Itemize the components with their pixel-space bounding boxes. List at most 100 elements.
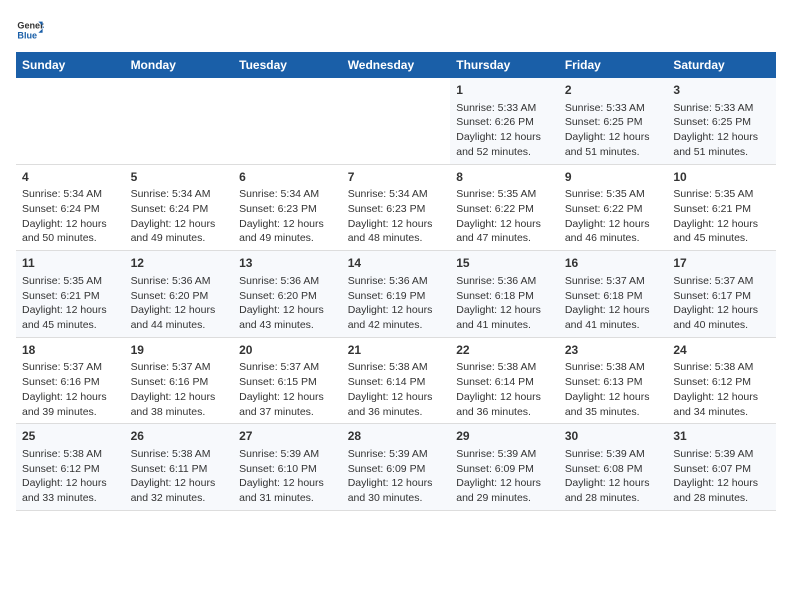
calendar-table: SundayMondayTuesdayWednesdayThursdayFrid… [16, 52, 776, 511]
sunset-text: Sunset: 6:09 PM [348, 462, 445, 477]
sunset-text: Sunset: 6:11 PM [131, 462, 228, 477]
day-number: 22 [456, 342, 553, 359]
sunset-text: Sunset: 6:21 PM [673, 202, 770, 217]
sunrise-text: Sunrise: 5:36 AM [348, 274, 445, 289]
sunset-text: Sunset: 6:22 PM [456, 202, 553, 217]
sunrise-text: Sunrise: 5:38 AM [131, 447, 228, 462]
calendar-cell: 1Sunrise: 5:33 AMSunset: 6:26 PMDaylight… [450, 78, 559, 164]
sunrise-text: Sunrise: 5:38 AM [22, 447, 119, 462]
day-number: 5 [131, 169, 228, 186]
calendar-cell: 8Sunrise: 5:35 AMSunset: 6:22 PMDaylight… [450, 164, 559, 251]
sunrise-text: Sunrise: 5:34 AM [131, 187, 228, 202]
day-number: 2 [565, 82, 662, 99]
sunrise-text: Sunrise: 5:35 AM [456, 187, 553, 202]
calendar-cell: 10Sunrise: 5:35 AMSunset: 6:21 PMDayligh… [667, 164, 776, 251]
day-number: 15 [456, 255, 553, 272]
daylight-text: Daylight: 12 hours and 39 minutes. [22, 390, 119, 419]
sunrise-text: Sunrise: 5:34 AM [22, 187, 119, 202]
calendar-cell: 27Sunrise: 5:39 AMSunset: 6:10 PMDayligh… [233, 424, 342, 511]
calendar-cell: 18Sunrise: 5:37 AMSunset: 6:16 PMDayligh… [16, 337, 125, 424]
calendar-cell: 30Sunrise: 5:39 AMSunset: 6:08 PMDayligh… [559, 424, 668, 511]
sunrise-text: Sunrise: 5:39 AM [565, 447, 662, 462]
sunset-text: Sunset: 6:17 PM [673, 289, 770, 304]
daylight-text: Daylight: 12 hours and 28 minutes. [673, 476, 770, 505]
calendar-cell: 26 Sunrise: 5:38 AMSunset: 6:11 PMDayligh… [125, 424, 234, 511]
sunset-text: Sunset: 6:16 PM [131, 375, 228, 390]
daylight-text: Daylight: 12 hours and 40 minutes. [673, 303, 770, 332]
calendar-cell: 23Sunrise: 5:38 AMSunset: 6:13 PMDayligh… [559, 337, 668, 424]
daylight-text: Daylight: 12 hours and 44 minutes. [131, 303, 228, 332]
day-number: 6 [239, 169, 336, 186]
day-number: 26 [131, 428, 228, 445]
calendar-cell: 3Sunrise: 5:33 AMSunset: 6:25 PMDaylight… [667, 78, 776, 164]
sunset-text: Sunset: 6:25 PM [673, 115, 770, 130]
sunset-text: Sunset: 6:08 PM [565, 462, 662, 477]
day-number: 11 [22, 255, 119, 272]
week-row-1: 1Sunrise: 5:33 AMSunset: 6:26 PMDaylight… [16, 78, 776, 164]
sunset-text: Sunset: 6:14 PM [348, 375, 445, 390]
daylight-text: Daylight: 12 hours and 48 minutes. [348, 217, 445, 246]
day-number: 23 [565, 342, 662, 359]
daylight-text: Daylight: 12 hours and 32 minutes. [131, 476, 228, 505]
daylight-text: Daylight: 12 hours and 45 minutes. [673, 217, 770, 246]
sunrise-text: Sunrise: 5:39 AM [673, 447, 770, 462]
sunrise-text: Sunrise: 5:37 AM [239, 360, 336, 375]
sunrise-text: Sunrise: 5:35 AM [565, 187, 662, 202]
day-number: 3 [673, 82, 770, 99]
day-number: 8 [456, 169, 553, 186]
calendar-cell: 9Sunrise: 5:35 AMSunset: 6:22 PMDaylight… [559, 164, 668, 251]
header-saturday: Saturday [667, 52, 776, 78]
calendar-cell: 17Sunrise: 5:37 AMSunset: 6:17 PMDayligh… [667, 251, 776, 338]
sunset-text: Sunset: 6:18 PM [456, 289, 553, 304]
daylight-text: Daylight: 12 hours and 41 minutes. [456, 303, 553, 332]
daylight-text: Daylight: 12 hours and 36 minutes. [456, 390, 553, 419]
day-number: 24 [673, 342, 770, 359]
calendar-cell: 2 Sunrise: 5:33 AMSunset: 6:25 PMDaylight… [559, 78, 668, 164]
daylight-text: Daylight: 12 hours and 35 minutes. [565, 390, 662, 419]
calendar-cell [233, 78, 342, 164]
header-tuesday: Tuesday [233, 52, 342, 78]
daylight-text: Daylight: 12 hours and 30 minutes. [348, 476, 445, 505]
sunrise-text: Sunrise: 5:33 AM [565, 101, 662, 116]
calendar-cell: 20Sunrise: 5:37 AMSunset: 6:15 PMDayligh… [233, 337, 342, 424]
daylight-text: Daylight: 12 hours and 37 minutes. [239, 390, 336, 419]
sunset-text: Sunset: 6:24 PM [131, 202, 228, 217]
daylight-text: Daylight: 12 hours and 49 minutes. [239, 217, 336, 246]
sunrise-text: Sunrise: 5:38 AM [348, 360, 445, 375]
calendar-cell: 16Sunrise: 5:37 AMSunset: 6:18 PMDayligh… [559, 251, 668, 338]
calendar-cell: 11Sunrise: 5:35 AMSunset: 6:21 PMDayligh… [16, 251, 125, 338]
sunrise-text: Sunrise: 5:35 AM [673, 187, 770, 202]
sunset-text: Sunset: 6:19 PM [348, 289, 445, 304]
calendar-cell: 21Sunrise: 5:38 AMSunset: 6:14 PMDayligh… [342, 337, 451, 424]
sunrise-text: Sunrise: 5:37 AM [673, 274, 770, 289]
sunset-text: Sunset: 6:23 PM [239, 202, 336, 217]
sunset-text: Sunset: 6:12 PM [673, 375, 770, 390]
sunset-text: Sunset: 6:21 PM [22, 289, 119, 304]
day-number: 21 [348, 342, 445, 359]
sunset-text: Sunset: 6:15 PM [239, 375, 336, 390]
sunset-text: Sunset: 6:26 PM [456, 115, 553, 130]
daylight-text: Daylight: 12 hours and 51 minutes. [565, 130, 662, 159]
calendar-cell: 19Sunrise: 5:37 AMSunset: 6:16 PMDayligh… [125, 337, 234, 424]
day-number: 1 [456, 82, 553, 99]
sunset-text: Sunset: 6:25 PM [565, 115, 662, 130]
calendar-header: SundayMondayTuesdayWednesdayThursdayFrid… [16, 52, 776, 78]
calendar-cell: 4Sunrise: 5:34 AMSunset: 6:24 PMDaylight… [16, 164, 125, 251]
calendar-cell: 7Sunrise: 5:34 AMSunset: 6:23 PMDaylight… [342, 164, 451, 251]
week-row-3: 11Sunrise: 5:35 AMSunset: 6:21 PMDayligh… [16, 251, 776, 338]
header-wednesday: Wednesday [342, 52, 451, 78]
calendar-cell: 12Sunrise: 5:36 AMSunset: 6:20 PMDayligh… [125, 251, 234, 338]
week-row-5: 25Sunrise: 5:38 AMSunset: 6:12 PMDayligh… [16, 424, 776, 511]
daylight-text: Daylight: 12 hours and 36 minutes. [348, 390, 445, 419]
calendar-cell: 14Sunrise: 5:36 AMSunset: 6:19 PMDayligh… [342, 251, 451, 338]
daylight-text: Daylight: 12 hours and 29 minutes. [456, 476, 553, 505]
week-row-4: 18Sunrise: 5:37 AMSunset: 6:16 PMDayligh… [16, 337, 776, 424]
sunset-text: Sunset: 6:23 PM [348, 202, 445, 217]
svg-text:Blue: Blue [17, 30, 37, 40]
sunrise-text: Sunrise: 5:39 AM [456, 447, 553, 462]
day-number: 4 [22, 169, 119, 186]
sunset-text: Sunset: 6:22 PM [565, 202, 662, 217]
sunrise-text: Sunrise: 5:33 AM [456, 101, 553, 116]
calendar-cell: 22Sunrise: 5:38 AMSunset: 6:14 PMDayligh… [450, 337, 559, 424]
day-number: 19 [131, 342, 228, 359]
